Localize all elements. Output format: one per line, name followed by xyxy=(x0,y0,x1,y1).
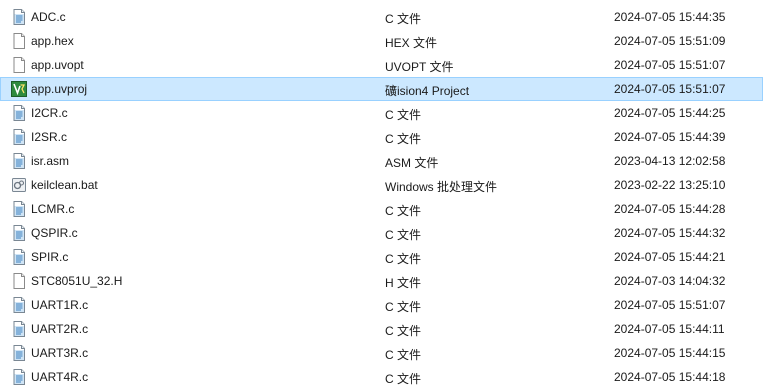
file-type: C 文件 xyxy=(385,300,422,314)
c-source-file-icon xyxy=(11,225,27,241)
file-row[interactable]: app.hex HEX 文件 2024-07-05 15:51:09 xyxy=(0,29,763,53)
file-type: ASM 文件 xyxy=(385,156,439,170)
c-source-file-icon xyxy=(11,321,27,337)
c-source-file-icon xyxy=(11,153,27,169)
file-modified-date: 2024-07-05 15:44:32 xyxy=(614,226,726,240)
file-row[interactable]: I2CR.c C 文件 2024-07-05 15:44:25 xyxy=(0,101,763,125)
file-row[interactable]: LCMR.c C 文件 2024-07-05 15:44:28 xyxy=(0,197,763,221)
file-type: HEX 文件 xyxy=(385,36,438,50)
file-row[interactable]: app.uvproj 礦ision4 Project 2024-07-05 15:5… xyxy=(0,77,763,101)
file-name: UART3R.c xyxy=(31,346,89,360)
file-name: SPIR.c xyxy=(31,250,69,264)
c-source-file-icon xyxy=(11,345,27,361)
file-row[interactable]: isr.asm ASM 文件 2023-04-13 12:02:58 xyxy=(0,149,763,173)
c-source-file-icon xyxy=(11,297,27,313)
file-row[interactable]: app.uvopt UVOPT 文件 2024-07-05 15:51:07 xyxy=(0,53,763,77)
keil-project-icon xyxy=(11,81,27,97)
file-type: C 文件 xyxy=(385,348,422,362)
c-source-file-icon xyxy=(11,369,27,385)
blank-file-icon xyxy=(11,33,27,49)
file-row[interactable]: UART1R.c C 文件 2024-07-05 15:51:07 xyxy=(0,293,763,317)
file-type: C 文件 xyxy=(385,12,422,26)
file-modified-date: 2024-07-05 15:44:11 xyxy=(614,322,725,336)
file-row[interactable]: UART3R.c C 文件 2024-07-05 15:44:15 xyxy=(0,341,763,365)
c-source-file-icon xyxy=(11,9,27,25)
file-modified-date: 2024-07-05 15:44:15 xyxy=(614,346,726,360)
file-name: QSPIR.c xyxy=(31,226,78,240)
file-row[interactable]: SPIR.c C 文件 2024-07-05 15:44:21 xyxy=(0,245,763,269)
file-modified-date: 2023-02-22 13:25:10 xyxy=(614,178,726,192)
file-row[interactable]: keilclean.bat Windows 批处理文件 2023-02-22 13:… xyxy=(0,173,763,197)
file-row[interactable]: ADC.c C 文件 2024-07-05 15:44:35 xyxy=(0,5,763,29)
file-modified-date: 2024-07-05 15:51:07 xyxy=(614,298,726,312)
file-name: app.uvopt xyxy=(31,58,84,72)
file-modified-date: 2024-07-05 15:51:09 xyxy=(614,34,726,48)
file-modified-date: 2024-07-05 15:44:25 xyxy=(614,106,726,120)
file-type: C 文件 xyxy=(385,108,422,122)
file-name: ADC.c xyxy=(31,10,66,24)
file-type: UVOPT 文件 xyxy=(385,60,454,74)
file-type: C 文件 xyxy=(385,228,422,242)
file-name: UART2R.c xyxy=(31,322,89,336)
file-type: 礦ision4 Project xyxy=(385,84,470,98)
file-name: LCMR.c xyxy=(31,202,75,216)
file-name: isr.asm xyxy=(31,154,70,168)
file-type: C 文件 xyxy=(385,324,422,338)
file-row[interactable]: STC8051U_32.H H 文件 2024-07-03 14:04:32 xyxy=(0,269,763,293)
file-name: app.hex xyxy=(31,34,74,48)
file-name: I2SR.c xyxy=(31,130,68,144)
file-row[interactable]: UART4R.c C 文件 2024-07-05 15:44:18 xyxy=(0,365,763,389)
file-type: Windows 批处理文件 xyxy=(385,180,498,194)
file-name: app.uvproj xyxy=(31,82,88,96)
file-modified-date: 2024-07-05 15:44:39 xyxy=(614,130,726,144)
file-name: UART1R.c xyxy=(31,298,89,312)
file-type: C 文件 xyxy=(385,372,422,386)
file-name: STC8051U_32.H xyxy=(31,274,123,288)
file-row[interactable]: I2SR.c C 文件 2024-07-05 15:44:39 xyxy=(0,125,763,149)
file-list: ADC.c C 文件 2024-07-05 15:44:35 app.hex HEX … xyxy=(0,0,763,392)
c-source-file-icon xyxy=(11,105,27,121)
c-source-file-icon xyxy=(11,129,27,145)
file-type: H 文件 xyxy=(385,276,422,290)
file-modified-date: 2024-07-05 15:44:21 xyxy=(614,250,726,264)
file-name: UART4R.c xyxy=(31,370,89,384)
file-name: I2CR.c xyxy=(31,106,68,120)
batch-file-icon xyxy=(11,177,27,193)
file-modified-date: 2024-07-05 15:51:07 xyxy=(614,58,726,72)
file-modified-date: 2024-07-03 14:04:32 xyxy=(614,274,726,288)
c-source-file-icon xyxy=(11,201,27,217)
file-modified-date: 2024-07-05 15:44:35 xyxy=(614,10,726,24)
file-modified-date: 2024-07-05 15:44:18 xyxy=(614,370,726,384)
file-modified-date: 2024-07-05 15:51:07 xyxy=(614,82,726,96)
blank-file-icon xyxy=(11,273,27,289)
file-modified-date: 2024-07-05 15:44:28 xyxy=(614,202,726,216)
file-name: keilclean.bat xyxy=(31,178,98,192)
file-row[interactable]: UART2R.c C 文件 2024-07-05 15:44:11 xyxy=(0,317,763,341)
file-type: C 文件 xyxy=(385,204,422,218)
blank-file-icon xyxy=(11,57,27,73)
file-type: C 文件 xyxy=(385,132,422,146)
c-source-file-icon xyxy=(11,249,27,265)
file-type: C 文件 xyxy=(385,252,422,266)
file-row[interactable]: QSPIR.c C 文件 2024-07-05 15:44:32 xyxy=(0,221,763,245)
file-modified-date: 2023-04-13 12:02:58 xyxy=(614,154,726,168)
